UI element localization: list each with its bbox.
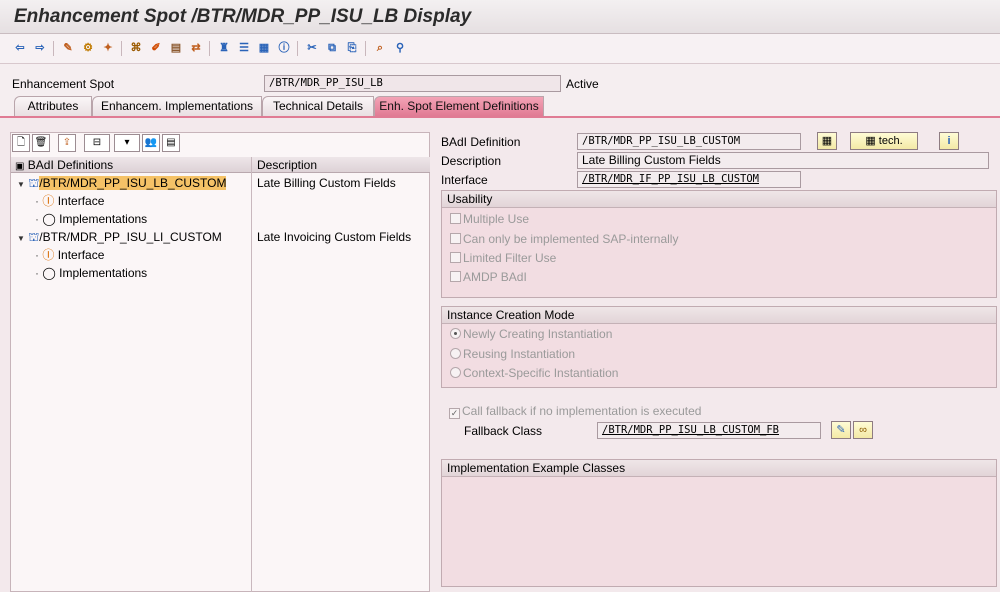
window-title: Enhancement Spot /BTR/MDR_PP_ISU_LB Disp…	[14, 6, 472, 27]
other-object-icon[interactable]: ⚙	[80, 40, 96, 56]
edit-icon[interactable]: ✐	[148, 40, 164, 56]
newly-creating-radio[interactable]: Newly Creating Instantiation	[450, 326, 612, 342]
tab-enhancement-implementations[interactable]: Enhancem. Implementations	[92, 96, 262, 116]
find-icon[interactable]: ⌕	[372, 40, 388, 56]
instance-creation-group: Instance Creation Mode Newly Creating In…	[441, 306, 997, 388]
implementation-examples-title: Implementation Example Classes	[442, 460, 996, 477]
implementations-icon: ◯	[42, 266, 56, 280]
col-description: Description	[257, 158, 318, 172]
layout-icon[interactable]: ▦	[256, 40, 272, 56]
implementations-icon: ◯	[42, 212, 56, 226]
glasses-icon[interactable]: ∞	[853, 421, 873, 439]
usability-group: Usability Multiple Use Can only be imple…	[441, 190, 997, 298]
create-icon[interactable]: 🗋	[12, 134, 30, 152]
paste-icon[interactable]: ⎘	[344, 40, 360, 56]
navigation-icon[interactable]: ⇄	[188, 40, 204, 56]
enhancement-spot-label: Enhancement Spot	[12, 77, 115, 91]
tree-row-badi-lb[interactable]: ▼ ⛫/BTR/MDR_PP_ISU_LB_CUSTOM Late Billin…	[11, 174, 430, 192]
delete-icon[interactable]: 🗑	[32, 134, 50, 152]
align-icon[interactable]: ☰	[236, 40, 252, 56]
fallback-class-field[interactable]: /BTR/MDR_PP_ISU_LB_CUSTOM_FB	[597, 422, 821, 439]
instance-creation-title: Instance Creation Mode	[442, 307, 996, 324]
users-icon[interactable]: 👥	[142, 134, 160, 152]
badi-name: /BTR/MDR_PP_ISU_LI_CUSTOM	[39, 230, 222, 244]
description-label: Description	[441, 154, 502, 168]
details-icon[interactable]: ▤	[162, 134, 180, 152]
tree-row-badi-li[interactable]: ▼ ⛫/BTR/MDR_PP_ISU_LI_CUSTOM Late Invoic…	[11, 228, 430, 246]
enhancement-spot-field: /BTR/MDR_PP_ISU_LB	[264, 75, 561, 92]
info-icon[interactable]: i	[939, 132, 959, 150]
tab-technical-details[interactable]: Technical Details	[262, 96, 374, 116]
interface-icon: Ⓘ	[42, 248, 55, 262]
tree-row-implementations-li[interactable]: · ◯ Implementations	[11, 264, 430, 282]
cut-icon[interactable]: ✂	[304, 40, 320, 56]
badi-icon: ⛫	[28, 176, 40, 190]
call-fallback-checkbox[interactable]: ✓ Call fallback if no implementation is e…	[449, 403, 701, 419]
documentation-icon[interactable]: ▦	[817, 132, 837, 150]
tree-header-icon: ▣	[15, 161, 25, 172]
tree-row-implementations-lb[interactable]: · ◯ Implementations	[11, 210, 430, 228]
expand-triangle-icon[interactable]: ▼	[17, 234, 25, 243]
hierarchy-icon[interactable]: ♜	[216, 40, 232, 56]
amdp-badi-checkbox[interactable]: AMDP BAdI	[450, 269, 527, 285]
enhancement-icon[interactable]: ⇪	[58, 134, 76, 152]
info-icon[interactable]: ⓘ	[276, 40, 292, 56]
col-badi-definitions: ▣ BAdI Definitions	[15, 158, 114, 172]
interface-field[interactable]: /BTR/MDR_IF_PP_ISU_LB_CUSTOM	[577, 171, 801, 188]
tree-row-interface-li[interactable]: · Ⓘ Interface	[11, 246, 430, 264]
display-change-icon[interactable]: ✎	[60, 40, 76, 56]
badi-description: Late Billing Custom Fields	[257, 176, 396, 190]
fallback-class-label: Fallback Class	[464, 424, 543, 438]
forward-arrow-icon[interactable]: ⇨	[32, 40, 48, 56]
title-bar: Enhancement Spot /BTR/MDR_PP_ISU_LB Disp…	[0, 0, 1000, 34]
badi-definition-field: /BTR/MDR_PP_ISU_LB_CUSTOM	[577, 133, 801, 150]
expand-triangle-icon[interactable]: ▼	[17, 180, 25, 189]
status-text: Active	[566, 77, 599, 91]
implementation-examples-group: Implementation Example Classes	[441, 459, 997, 587]
badi-icon: ⛫	[28, 230, 40, 244]
limited-filter-checkbox[interactable]: Limited Filter Use	[450, 250, 556, 266]
copy-icon[interactable]: ⧉	[324, 40, 340, 56]
pencil-icon[interactable]: ✎	[831, 421, 851, 439]
interface-label: Interface	[441, 173, 488, 187]
badi-definition-label: BAdI Definition	[441, 135, 521, 149]
tech-button[interactable]: ▦ tech.	[850, 132, 918, 150]
tab-strip: Attributes Enhancem. Implementations Tec…	[0, 96, 1000, 116]
context-specific-radio[interactable]: Context-Specific Instantiation	[450, 365, 618, 381]
interface-icon: Ⓘ	[42, 194, 55, 208]
badi-description: Late Invoicing Custom Fields	[257, 230, 412, 244]
select-icon[interactable]: ▾	[114, 134, 140, 152]
back-arrow-icon[interactable]: ⇦	[12, 40, 28, 56]
badi-name: /BTR/MDR_PP_ISU_LB_CUSTOM	[39, 176, 227, 190]
find-next-icon[interactable]: ⚲	[392, 40, 408, 56]
tree-toolbar: 🗋 🗑 ⇪ ⊟ ▾ 👥 ▤	[12, 134, 428, 156]
multiple-use-checkbox[interactable]: Multiple Use	[450, 211, 529, 227]
tree-column-header: ▣ BAdI Definitions Description	[11, 157, 430, 173]
tab-attributes[interactable]: Attributes	[14, 96, 92, 116]
tree-row-interface-lb[interactable]: · Ⓘ Interface	[11, 192, 430, 210]
application-toolbar: ⇦ ⇨ ✎ ⚙ ✦ ⌘ ✐ ▤ ⇄ ♜ ☰ ▦ ⓘ ✂ ⧉ ⎘ ⌕ ⚲	[0, 34, 1000, 64]
object-list-icon[interactable]: ▤	[168, 40, 184, 56]
usability-title: Usability	[442, 191, 996, 208]
activate-icon[interactable]: ✦	[100, 40, 116, 56]
sap-internal-checkbox[interactable]: Can only be implemented SAP-internally	[450, 231, 678, 247]
tab-enh-spot-element-definitions[interactable]: Enh. Spot Element Definitions	[374, 96, 544, 116]
reusing-radio[interactable]: Reusing Instantiation	[450, 346, 575, 362]
expand-icon[interactable]: ⊟	[84, 134, 110, 152]
where-used-icon[interactable]: ⌘	[128, 40, 144, 56]
description-field[interactable]: Late Billing Custom Fields	[577, 152, 989, 169]
